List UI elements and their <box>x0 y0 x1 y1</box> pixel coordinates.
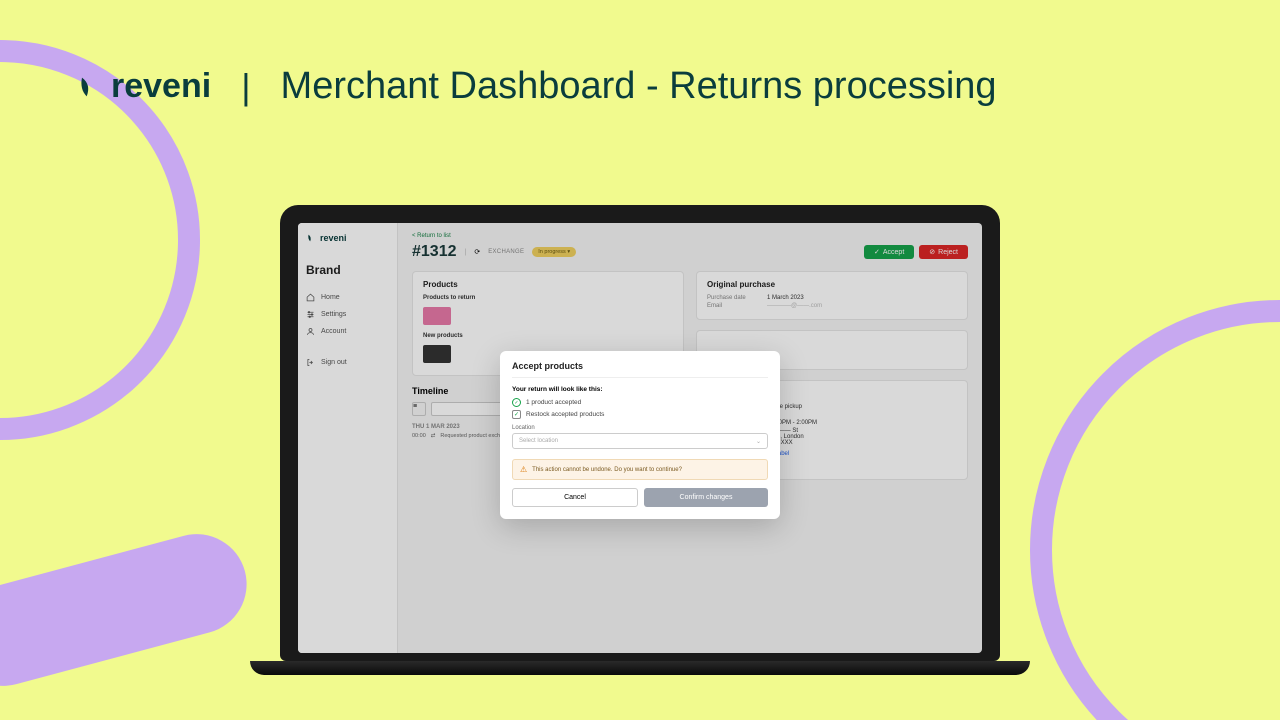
accepted-products-line: ✓ 1 product accepted <box>512 398 768 407</box>
reveni-mark-icon <box>75 73 103 101</box>
confirm-changes-button[interactable]: Confirm changes <box>644 488 768 507</box>
reveni-logo: reveni <box>75 67 211 106</box>
restock-label: Restock accepted products <box>526 411 604 418</box>
marketing-header: reveni | Merchant Dashboard - Returns pr… <box>75 65 997 108</box>
laptop-frame: reveni Brand Home Settings <box>280 205 1000 675</box>
checkbox-icon[interactable]: ✓ <box>512 410 521 419</box>
logo-text: reveni <box>111 67 211 106</box>
modal-title: Accept products <box>512 361 768 378</box>
chevron-down-icon: ⌄ <box>756 438 761 445</box>
location-label: Location <box>512 425 768 431</box>
modal-subtitle: Your return will look like this: <box>512 386 768 393</box>
check-circle-icon: ✓ <box>512 398 521 407</box>
cancel-button[interactable]: Cancel <box>512 488 638 507</box>
divider: | <box>241 66 250 108</box>
warning-icon: ⚠ <box>520 465 527 474</box>
decorative-swoosh <box>0 523 258 697</box>
location-select[interactable]: Select location ⌄ <box>512 433 768 449</box>
laptop-base <box>250 661 1030 675</box>
select-placeholder: Select location <box>519 438 558 444</box>
page-title: Merchant Dashboard - Returns processing <box>281 65 997 108</box>
restock-checkbox-row[interactable]: ✓ Restock accepted products <box>512 410 768 419</box>
accept-products-modal: Accept products Your return will look li… <box>500 351 780 519</box>
decorative-swoosh <box>1030 300 1280 720</box>
warning-box: ⚠ This action cannot be undone. Do you w… <box>512 459 768 480</box>
warning-text: This action cannot be undone. Do you wan… <box>532 467 682 473</box>
